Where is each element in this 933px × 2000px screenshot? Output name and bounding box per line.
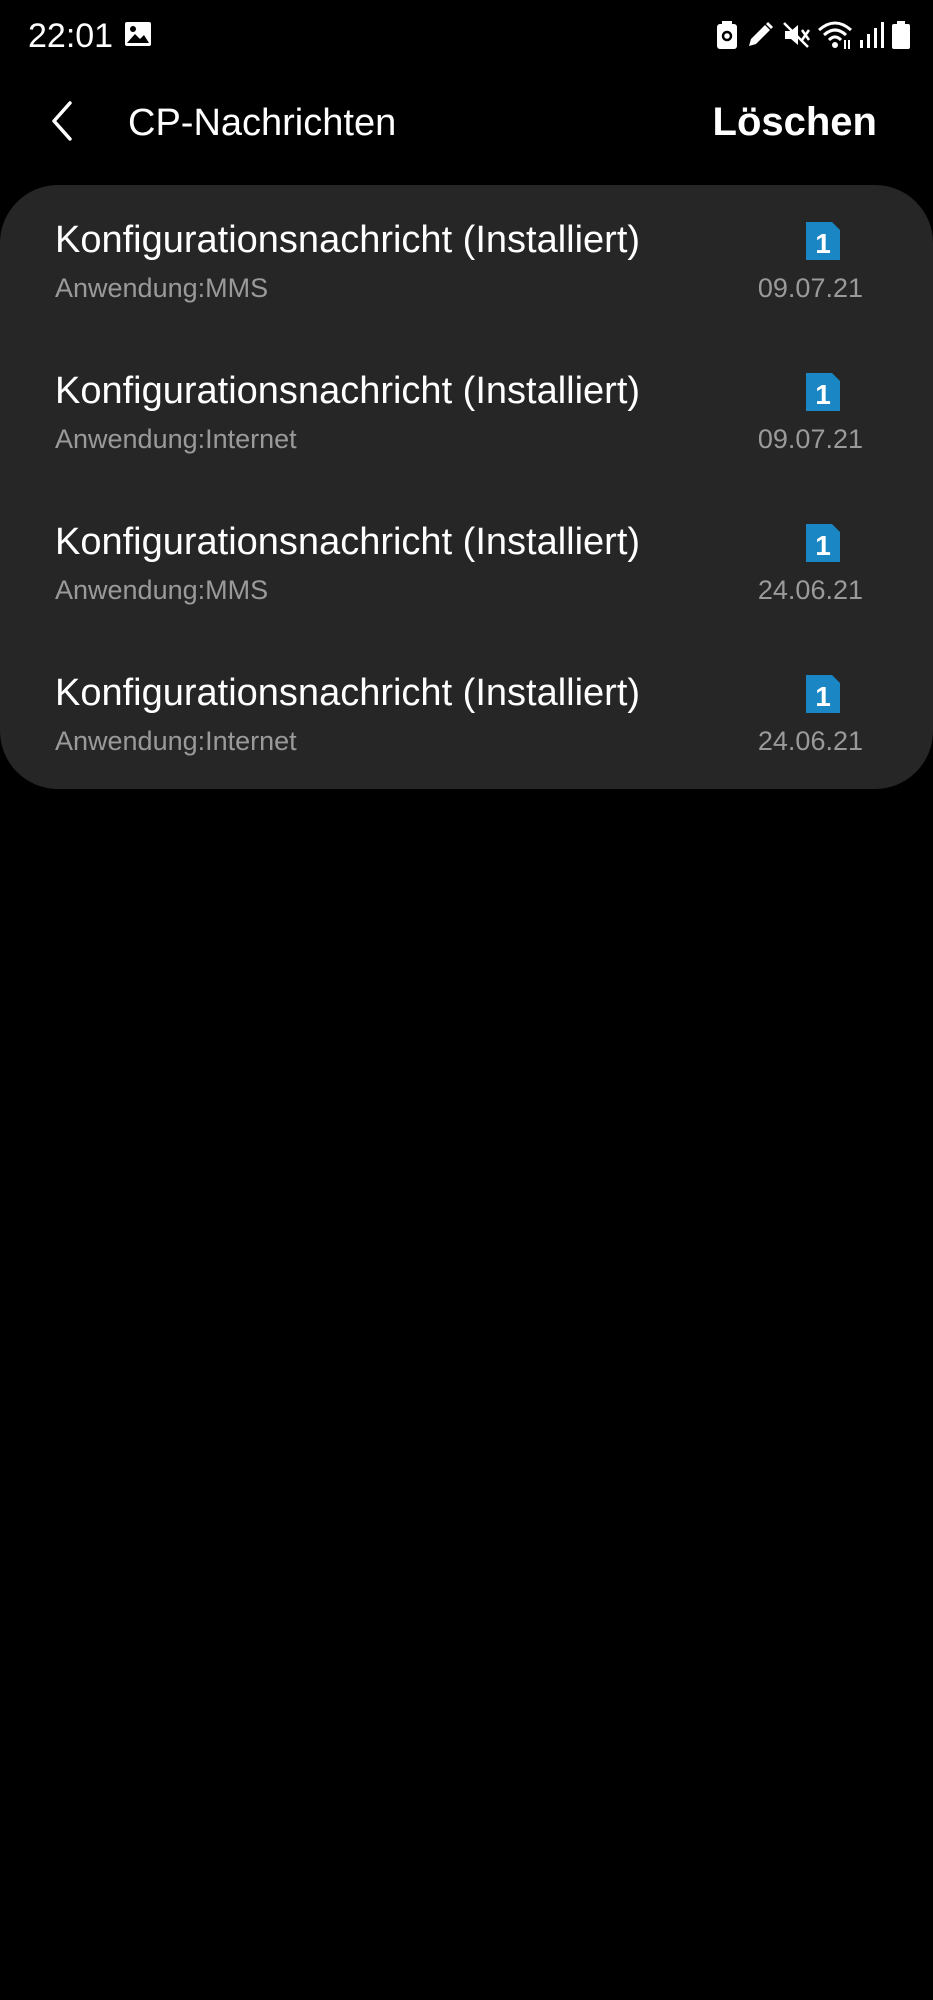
message-title: Konfigurationsnachricht (Installiert): [55, 219, 641, 261]
message-list: Konfigurationsnachricht (Installiert) An…: [0, 185, 933, 789]
battery-icon: [891, 20, 911, 50]
chevron-left-icon: [48, 99, 78, 148]
delete-button[interactable]: Löschen: [713, 98, 877, 146]
sim-number: 1: [815, 681, 831, 712]
sim-1-icon: 1: [804, 371, 842, 413]
signal-icon: [859, 20, 885, 50]
message-title: Konfigurationsnachricht (Installiert): [55, 370, 641, 412]
battery-saver-icon: [715, 20, 739, 50]
sim-number: 1: [815, 379, 831, 410]
list-item[interactable]: Konfigurationsnachricht (Installiert) An…: [0, 487, 933, 638]
status-bar: 22:01: [0, 0, 933, 72]
back-button[interactable]: [36, 96, 90, 150]
list-item[interactable]: Konfigurationsnachricht (Installiert) An…: [0, 638, 933, 789]
gallery-icon: [124, 20, 152, 48]
message-date: 24.06.21: [757, 726, 863, 756]
message-title: Konfigurationsnachricht (Installiert): [55, 521, 641, 563]
sim-number: 1: [815, 228, 831, 259]
pen-icon: [745, 20, 775, 50]
status-icons: [715, 18, 911, 52]
message-application: Anwendung:Internet: [55, 726, 297, 756]
mute-icon: [781, 20, 811, 50]
message-date: 09.07.21: [757, 273, 863, 303]
message-date: 24.06.21: [757, 575, 863, 605]
message-title: Konfigurationsnachricht (Installiert): [55, 672, 641, 714]
sim-number: 1: [815, 530, 831, 561]
message-date: 09.07.21: [757, 424, 863, 454]
message-application: Anwendung:MMS: [55, 273, 269, 303]
message-application: Anwendung:MMS: [55, 575, 269, 605]
app-bar: CP-Nachrichten Löschen: [0, 72, 933, 174]
list-item[interactable]: Konfigurationsnachricht (Installiert) An…: [0, 185, 933, 336]
sim-1-icon: 1: [804, 522, 842, 564]
status-time: 22:01: [28, 17, 114, 55]
list-item[interactable]: Konfigurationsnachricht (Installiert) An…: [0, 336, 933, 487]
sim-1-icon: 1: [804, 673, 842, 715]
sim-1-icon: 1: [804, 220, 842, 262]
message-application: Anwendung:Internet: [55, 424, 297, 454]
wifi-icon: [817, 20, 853, 50]
page-title: CP-Nachrichten: [128, 102, 397, 144]
